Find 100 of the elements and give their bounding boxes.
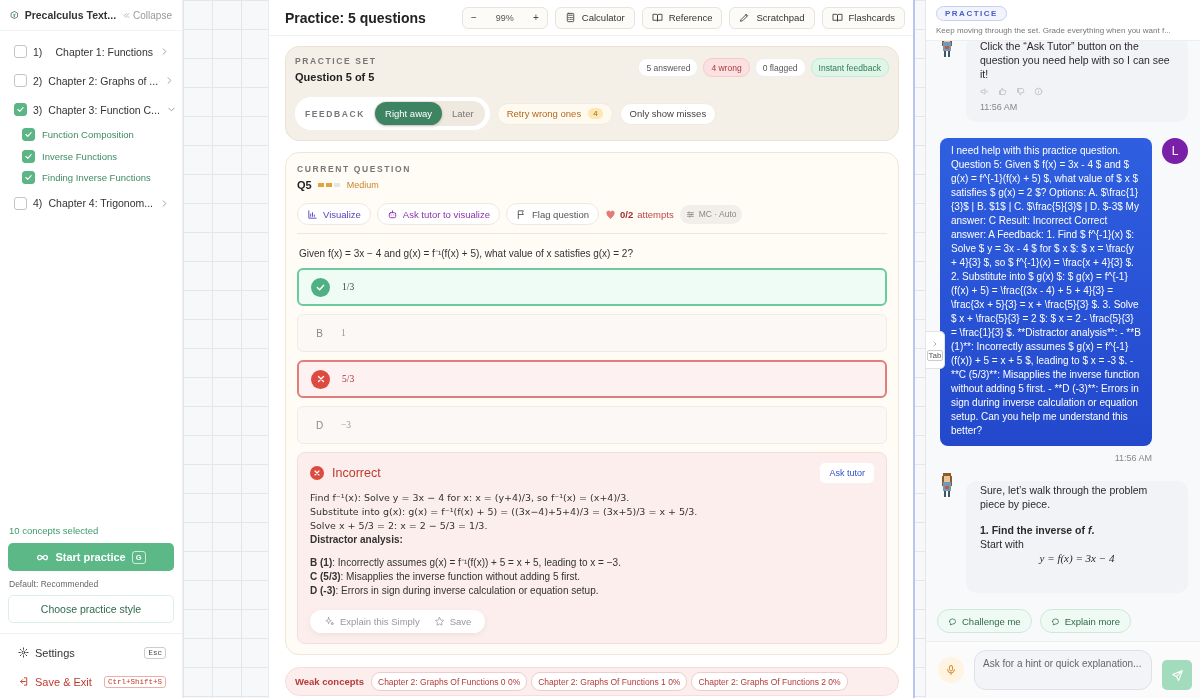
thumbs-up-icon [998, 87, 1007, 96]
check-icon [24, 130, 33, 140]
check-icon [16, 105, 25, 114]
calculator-icon [564, 12, 576, 23]
calculator-button[interactable]: Calculator [554, 6, 635, 29]
checkbox[interactable] [22, 128, 35, 142]
star-icon [433, 616, 445, 627]
microphone-icon [945, 664, 957, 676]
chat-bubble-icon [948, 616, 957, 626]
suggestion-chip[interactable]: Challenge me [937, 609, 1032, 633]
send-button[interactable] [1162, 660, 1192, 690]
message-time: 11:56 AM [1113, 453, 1153, 463]
answer-option[interactable]: B 1 [297, 314, 887, 352]
message-text: Start with [980, 537, 1025, 551]
section-label: PRACTICE SET [295, 56, 377, 66]
zoom-value: 99% [494, 12, 515, 23]
info-icon [1034, 87, 1043, 96]
concept-item[interactable]: Finding Inverse Functions [0, 167, 182, 189]
suggestion-chip[interactable]: Explain more [1039, 609, 1132, 633]
heart-icon [605, 208, 617, 220]
app-title: Precalculus Text... [24, 9, 117, 21]
stat-badge: 5 answered [638, 58, 699, 77]
concept-item[interactable]: Function Composition [0, 124, 182, 146]
microphone-button[interactable] [938, 657, 964, 683]
message-time: 11:56 AM [980, 102, 1019, 112]
practice-title: Practice: 5 questions [285, 9, 427, 26]
concept-tag[interactable]: Chapter 2: Graphs Of Functions 2 0% [691, 672, 848, 691]
chapter-item[interactable]: 4) Chapter 4: Trigonom... [0, 188, 182, 218]
ask-tutor-button[interactable]: Ask tutor [820, 463, 874, 483]
send-icon [1170, 668, 1184, 682]
visualize-button[interactable]: Visualize [297, 203, 371, 225]
flashcards-button[interactable]: Flashcards [821, 6, 905, 29]
question-number: Q5 [297, 179, 312, 191]
chapter-item[interactable]: 2) Chapter 2: Graphs of ... [0, 66, 182, 95]
double-chevron-icon [122, 10, 132, 20]
mode-description: Keep moving through the set. Grade everything when you want f... [936, 26, 1172, 35]
flag-button[interactable]: Flag question [506, 203, 600, 225]
retry-wrong-button[interactable]: Retry wrong ones 4 [496, 102, 613, 125]
concept-tag[interactable]: Chapter 2: Graphs Of Functions 1 0% [531, 672, 688, 691]
feedback-option[interactable]: Right away [375, 102, 443, 125]
answer-option[interactable]: D −3 [297, 406, 887, 444]
checkbox[interactable] [14, 103, 27, 116]
chapter-item[interactable]: 3) Chapter 3: Function C... [0, 95, 182, 124]
explanation-text: Find f⁻¹(x): Solve y = 3x − 4 for x: x = (y+4)/3, so f⁻¹(x) = (x+4)/3. [310, 491, 631, 505]
stat-badge: 4 wrong [703, 58, 750, 77]
answer-option[interactable]: 1/3 [297, 268, 887, 306]
chat-bubble-icon [1050, 616, 1060, 626]
concept-item[interactable]: Inverse Functions [0, 145, 182, 167]
section-label: CURRENT QUESTION [297, 164, 412, 174]
check-icon [24, 173, 33, 183]
robot-icon [386, 208, 398, 220]
mute-icon [980, 87, 989, 96]
chevron-right-icon [931, 339, 939, 348]
tutor-avatar-icon [940, 473, 954, 499]
message-heading: 1. Find the inverse of f. [980, 523, 1096, 537]
feedback-label: FEEDBACK [305, 108, 366, 119]
mode-badge: PRACTICE [936, 6, 1007, 21]
answer-option[interactable]: 5/3 [297, 360, 887, 398]
option-answer: 1/3 [342, 282, 355, 292]
chapter-item[interactable]: 1) Chapter 1: Functions [0, 37, 182, 66]
explanation-text: Substitute into g(x): g(x) = f⁻¹(f(x) + 5) = ((3x−4)+5+4)/3 = (3x+5)/3 = x + 5/3. [310, 505, 699, 519]
option-answer: 5/3 [342, 374, 355, 384]
gear-icon [18, 647, 29, 658]
user-message: I need help with this practice question. Question 5: Given $ f(x) = 3x - 4 $ and $ g(x) = f^{-1}(f(x) + 5) $, what value of $ x $ satisfies $ g(x) = 2 $? Options: A. $\frac{1}{3}$ | B. $1$ | C. $\frac{5}{3}$ | D. $-3$ My answer: C Result: Incorrect Correct answer: A Feedback: 1. Find $ f^{-1}(x) $: Solve $ y = 3x - 4 $ for $ x $: $ x = \frac{y + 4}{3} $, so $ f^{-1}(x) = \frac{x + 4}{3} $. 2. Substitute into $ g(x) $: $ g(x) = f^{-1}(f(x) + 5) = \frac{(3x - 4) + 5 + 4}{3} = \frac{3x + 5}{3} = x + \frac{5}{3} $. 3. Solve $ x + \frac{5}{3} = 2 $: $ x = 2 - \frac{5}{3} = \frac{1}{3} $. **Distractor analysis**: - **B (1)**: Incorrectly assumes $ g(x) = f^{-1}(f(x)) + 5 = x + 5 $, leading to $ x = -3 $. - **C (5/3)**: Misapplies the inverse function without adding 5 first. - **D (-3)**: Errors in sign during inverse calculation or equation setup. Can you help me understand this better? [940, 138, 1152, 446]
zoom-in-button[interactable]: + [524, 11, 547, 24]
message-input[interactable]: Ask for a hint or quick explanation... [974, 650, 1152, 690]
feedback-title: Incorrect [332, 466, 382, 480]
weak-concepts-label: Weak concepts [294, 676, 365, 687]
checkbox[interactable] [22, 149, 35, 163]
explanation-text: Solve x + 5/3 = 2: x = 2 − 5/3 = 1/3. [310, 519, 489, 533]
checkbox[interactable] [14, 74, 27, 87]
section-heading: Distractor analysis: [310, 533, 404, 547]
flag-icon [516, 208, 527, 220]
checkbox[interactable] [14, 45, 27, 58]
close-icon [315, 374, 326, 384]
practice-style-button[interactable]: Choose practice style [8, 595, 174, 623]
ask-tutor-button[interactable]: Ask tutor to visualize [376, 203, 500, 225]
bar-chart-icon [307, 208, 318, 220]
question-text: Given f(x) = 3x − 4 and g(x) = f⁻¹(f(x) + 5), what value of x satisfies g(x) = 2? [299, 247, 634, 260]
zoom-out-button[interactable]: − [462, 11, 485, 24]
option-letter: D [314, 419, 325, 431]
stat-badge: 0 flagged [754, 58, 806, 77]
reference-button[interactable]: Reference [641, 6, 723, 29]
show-misses-button[interactable]: Only show misses [619, 102, 717, 125]
explanation-text: C (5/3): Misapplies the inverse function without adding 5 first. [310, 570, 582, 584]
concept-tag[interactable]: Chapter 2: Graphs Of Functions 0 0% [371, 672, 528, 691]
default-note: Default: Recommended [8, 579, 100, 589]
tab-handle[interactable]: Tab [926, 331, 945, 369]
mode-chip: MC · Auto [679, 204, 743, 224]
option-answer: 1 [341, 328, 346, 338]
checkbox[interactable] [22, 171, 35, 185]
message-text: Sure, let’s walk through the problem piece by piece. [980, 483, 1149, 511]
exit-icon [18, 676, 29, 687]
stat-badge: Instant feedback [810, 58, 889, 77]
scratchpad-button[interactable]: Scratchpad [729, 6, 815, 29]
explanation-text: B (1): Incorrectly assumes g(x) = f⁻¹(f(x)) + 5 = x + 5, leading to x = −3. [310, 556, 622, 570]
feedback-option[interactable]: Later [442, 102, 484, 125]
difficulty-label: Medium [346, 180, 379, 190]
attempts-count: 0/2 [620, 208, 634, 220]
checkbox[interactable] [14, 196, 27, 210]
